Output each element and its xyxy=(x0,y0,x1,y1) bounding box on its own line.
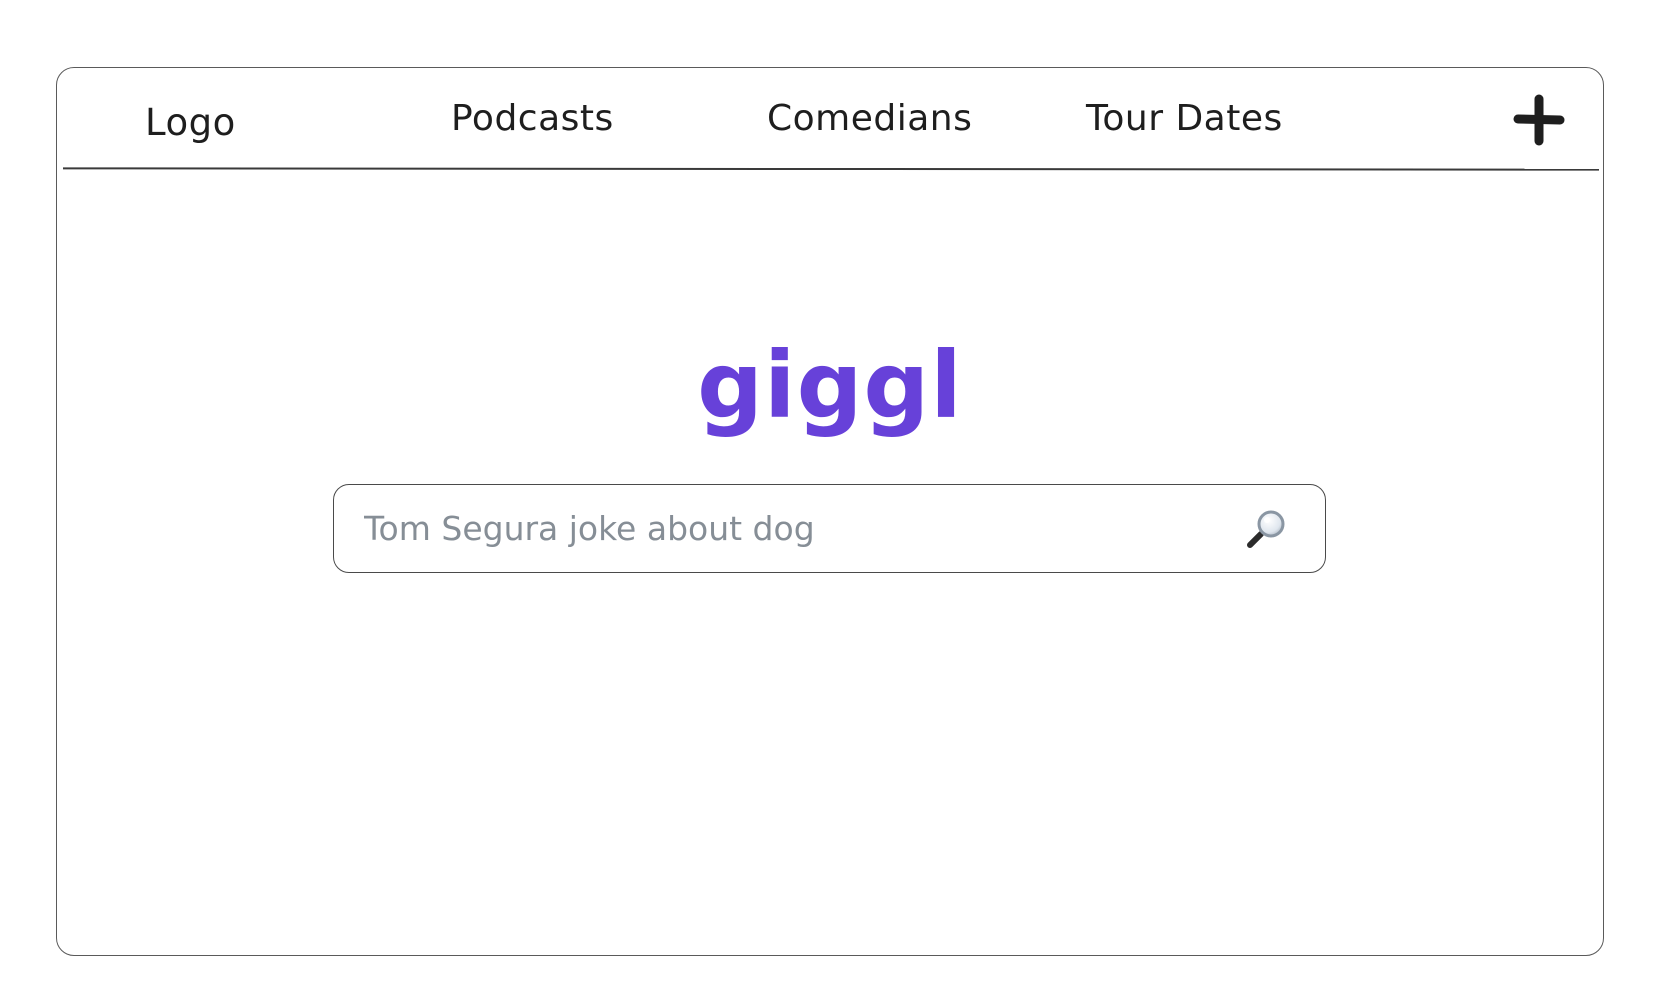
search-bar xyxy=(333,484,1326,573)
search-button[interactable] xyxy=(1246,507,1288,549)
top-navigation-bar: Logo Podcasts Comedians Tour Dates xyxy=(57,68,1603,171)
logo[interactable]: Logo xyxy=(145,101,236,144)
nav-link-podcasts[interactable]: Podcasts xyxy=(451,98,614,139)
nav-link-tour-dates[interactable]: Tour Dates xyxy=(1086,98,1283,139)
plus-icon xyxy=(1513,94,1565,146)
search-input[interactable] xyxy=(364,499,1214,557)
magnifying-glass-icon xyxy=(1247,510,1285,548)
app-window: Logo Podcasts Comedians Tour Dates giggl xyxy=(56,67,1604,956)
nav-link-comedians[interactable]: Comedians xyxy=(767,98,972,139)
brand-title: giggl xyxy=(697,332,963,439)
navbar-divider xyxy=(62,167,1600,171)
add-button[interactable] xyxy=(1513,94,1565,146)
